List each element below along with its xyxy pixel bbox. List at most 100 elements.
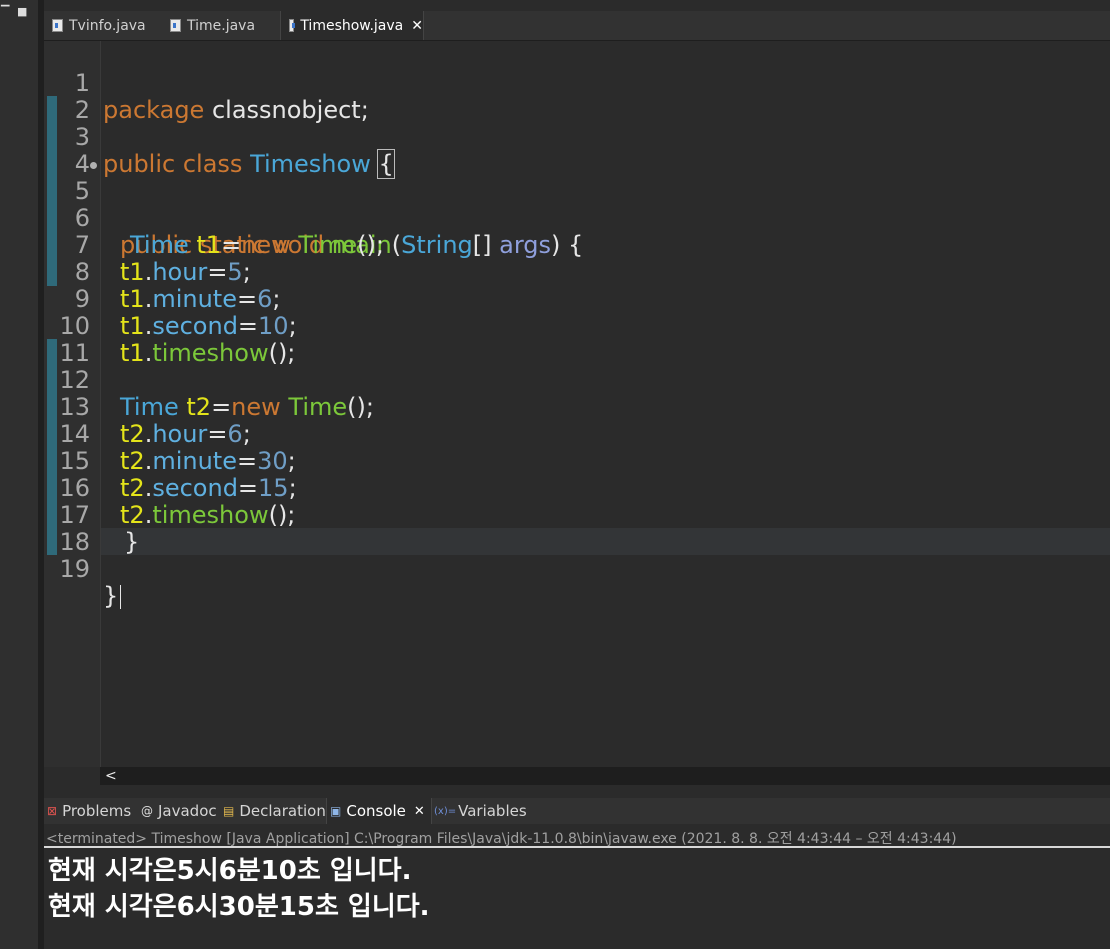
code-text: [] [472,231,500,259]
keyword: new [231,393,281,421]
close-tab-icon[interactable]: ✕ [411,18,423,34]
maximize-icon[interactable]: ■ [17,6,27,17]
tab-problems[interactable]: ⊠ Problems [44,798,136,824]
code-text: (); [268,501,296,529]
code-line-1: 1 package classnobject; [44,43,369,124]
variable: t2 [186,393,212,421]
field: minute [152,447,237,475]
code-text: = [211,393,232,421]
javadoc-icon: @ [141,804,153,818]
code-line-5: 5 public static void main(String[] args)… [44,151,583,259]
field: minute [152,285,237,313]
method-call: timeshow [152,339,269,367]
code-text: ; [288,474,297,502]
number: 6 [227,420,243,448]
code-line-19: 19 } [44,529,122,610]
tab-label: Declaration [239,802,326,820]
minimize-icon[interactable]: ▔ [1,6,9,17]
code-line-15: 15 t2.second=15; [44,421,296,502]
code-text: = [207,258,228,286]
tab-time-java[interactable]: Time.java [162,11,280,40]
constructor: Time [298,231,358,259]
field: hour [152,420,208,448]
code-text: = [237,312,259,340]
console-output-line: 현재 시각은6시30분15초 입니다. [48,892,430,922]
field: hour [152,258,208,286]
keyword: package [103,96,205,124]
code-line-16: 16 t2.timeshow(); [44,448,295,529]
code-text: = [207,420,228,448]
method-call: timeshow [152,501,269,529]
code-text: ; [242,258,251,286]
code-line-8: 8 t1.minute=6; [44,232,281,313]
fold-marker-icon[interactable] [90,162,97,169]
code-text: = [221,231,242,259]
field: second [152,474,238,502]
console-output-line: 현재 시각은5시6분10초 입니다. [48,856,412,886]
code-line-14: 14 t2.minute=30; [44,394,295,475]
tab-console[interactable]: ▣ Console ✕ [326,798,432,824]
field: second [152,312,238,340]
type-name: Time [120,393,179,421]
code-line-10: 10 t1.timeshow(); [44,286,295,367]
code-text: = [236,285,258,313]
variables-icon: (x)= [434,805,457,817]
horizontal-scrollbar[interactable]: < [100,767,1110,785]
tab-timeshow-java[interactable]: Timeshow.java ✕ [280,11,424,40]
code-text: } [124,528,140,556]
text-cursor [120,585,122,609]
console-icon: ▣ [330,804,342,818]
console-status-line: <terminated> Timeshow [Java Application]… [46,831,957,847]
close-tab-icon[interactable]: ✕ [414,804,425,819]
class-name: Timeshow [250,150,371,178]
variable: t1 [120,312,145,340]
code-line-17: 17 } [44,475,139,556]
variable: t2 [120,474,145,502]
code-line-4: 4 [44,124,90,178]
tab-tvinfo-java[interactable]: Tvinfo.java [44,11,162,40]
code-line-13: 13 t2.hour=6; [44,367,250,448]
number: 30 [257,447,288,475]
tab-label: Timeshow.java [300,17,404,34]
scroll-left-icon[interactable]: < [105,767,117,785]
code-line-11: 11 [44,313,90,367]
code-text: (); [347,393,374,421]
code-text: ; [242,420,251,448]
tab-javadoc[interactable]: @ Javadoc [138,798,217,824]
java-file-icon [170,19,181,32]
variable: t1 [120,285,145,313]
number: 10 [258,312,289,340]
variable: t1 [120,339,145,367]
keyword: public class [103,150,243,178]
code-line-18: 18 [44,502,90,556]
number: 6 [257,285,273,313]
matching-brace: { [377,149,395,179]
type-name: Time [130,231,189,259]
tab-declaration[interactable]: ▤ Declaration [220,798,326,824]
code-line-7: 7 t1.hour=5; [44,205,251,286]
code-text: (); [268,339,296,367]
tab-label: Variables [458,802,527,820]
type-name: String [401,231,473,259]
code-text: } [103,582,119,610]
tab-variables[interactable]: (x)= Variables [432,798,532,824]
code-line-9: 9 t1.second=10; [44,259,297,340]
tab-label: Javadoc [158,802,217,820]
current-line-highlight [101,528,1110,555]
constructor: Time [288,393,348,421]
code-text: = [237,474,259,502]
code-text: classnobject; [204,96,369,124]
left-panel-strip: ▔ ■ [0,0,38,949]
code-text: ; [272,285,281,313]
code-text: ; [288,312,297,340]
java-file-icon [52,19,63,32]
problems-icon: ⊠ [47,804,58,818]
tab-label: Time.java [187,17,256,34]
line-number: 19 [59,555,90,583]
code-text: ) { [551,231,584,259]
java-file-icon [289,19,296,32]
code-editor[interactable]: 1 package classnobject; 2 3 public class… [44,41,1110,767]
code-line-2: 2 [44,70,90,124]
console-output[interactable]: 현재 시각은5시6분10초 입니다. 현재 시각은6시30분15초 입니다. [44,848,1110,949]
tab-label: Tvinfo.java [69,17,146,34]
